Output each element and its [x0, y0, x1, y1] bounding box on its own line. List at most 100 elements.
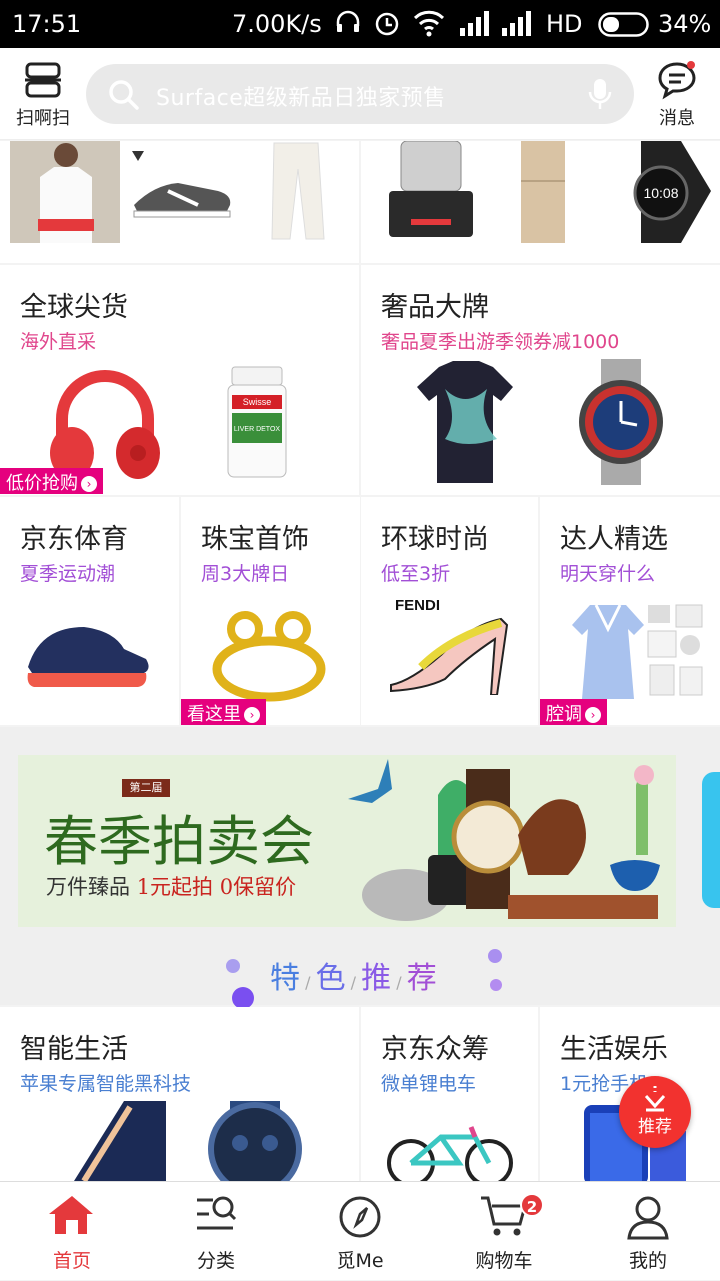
banner-subtitle-b: 1元起拍	[136, 875, 214, 899]
nav-category[interactable]: 分类	[144, 1182, 288, 1281]
nav-label: 觅Me	[336, 1250, 384, 1272]
featured-char: 特	[270, 961, 300, 996]
banner-subtitle: 万件臻品 1元起拍 0保留价	[46, 871, 296, 901]
channel-crowdfunding[interactable]: 京东众筹 微单锂电车	[361, 1007, 538, 1181]
channel-fashion[interactable]: 环球时尚 低至3折 FENDI	[361, 497, 538, 725]
battery-percent: 34%	[658, 10, 712, 38]
messages-button[interactable]: 消息	[642, 60, 712, 130]
alarm-icon	[372, 8, 402, 44]
decor-dot	[488, 949, 502, 963]
compass-icon	[339, 1196, 381, 1238]
decor-dot	[226, 959, 240, 973]
auction-banner[interactable]: 第二届 春季拍卖会 万件臻品 1元起拍 0保留价	[18, 755, 676, 927]
chevron-right-icon: ›	[585, 707, 601, 723]
tag-label: 低价抢购	[6, 473, 78, 494]
channel-subtitle: 低至3折	[381, 563, 451, 585]
trousers-image	[248, 141, 348, 243]
svg-text:Swisse: Swisse	[243, 397, 272, 407]
partial-tile-left[interactable]	[0, 141, 359, 263]
nav-home[interactable]: 首页	[0, 1182, 144, 1281]
network-type: HD	[546, 10, 583, 38]
side-pull-tab[interactable]	[702, 772, 720, 908]
messages-label: 消息	[659, 108, 695, 129]
channel-title: 奢品大牌	[381, 292, 489, 323]
featured-title: 特 / 色 / 推 / 荐	[270, 961, 437, 996]
channel-jewelry[interactable]: 珠宝首饰 周3大牌日 看这里 ›	[181, 497, 360, 725]
scan-icon	[25, 62, 61, 98]
running-shoe-image	[22, 617, 152, 697]
home-icon	[49, 1196, 93, 1234]
high-heel-image	[381, 615, 511, 696]
headphones-image	[40, 363, 170, 483]
banner-badge: 第二届	[122, 779, 170, 797]
channel-title: 京东众筹	[381, 1034, 489, 1065]
channel-subtitle: 明天穿什么	[560, 563, 656, 585]
featured-char: 荐	[406, 961, 437, 996]
battery-icon	[598, 12, 652, 44]
channel-subtitle: 微单锂电车	[381, 1073, 477, 1095]
nav-profile[interactable]: 我的	[576, 1182, 720, 1281]
printed-tshirt-image	[411, 359, 521, 485]
channel-sports[interactable]: 京东体育 夏季运动潮	[0, 497, 179, 725]
channel-luxury[interactable]: 奢品大牌 奢品夏季出游季领券减1000	[361, 265, 720, 495]
channel-subtitle: 海外直采	[20, 331, 97, 353]
channel-picks[interactable]: 达人精选 明天穿什么 腔调 ›	[540, 497, 720, 725]
featured-char: 推	[361, 961, 392, 996]
sneaker-image	[128, 141, 238, 243]
channel-title: 全球尖货	[20, 292, 128, 323]
message-icon	[658, 61, 696, 100]
auction-goods-image	[348, 759, 660, 921]
channel-smart-life[interactable]: 智能生活 苹果专属智能黑科技	[0, 1007, 359, 1181]
channel-global[interactable]: 全球尖货 海外直采 Swisse LIVER DETOX	[0, 265, 359, 495]
scan-label: 扫啊扫	[16, 108, 70, 129]
diving-watch-image	[571, 359, 671, 485]
svg-text:10:08: 10:08	[643, 185, 678, 201]
channel-subtitle: 苹果专属智能黑科技	[20, 1073, 192, 1095]
style-tag[interactable]: 腔调 ›	[540, 699, 607, 725]
bicycle-image	[387, 1126, 513, 1181]
featured-char: 色	[315, 961, 346, 996]
headphone-icon	[334, 8, 362, 42]
signal-icon-2	[500, 10, 532, 42]
partial-tile-right[interactable]: 10:08	[361, 141, 720, 263]
recommend-float-button[interactable]: 推荐	[619, 1076, 691, 1148]
search-bar[interactable]: Surface超级新品日独家预售	[86, 64, 634, 124]
gold-ring-image	[209, 607, 329, 707]
channel-title: 智能生活	[20, 1034, 128, 1065]
phone-case-image	[74, 1101, 166, 1181]
channel-subtitle: 周3大牌日	[201, 563, 290, 585]
channel-subtitle: 奢品夏季出游季领券减1000	[381, 331, 620, 353]
tag-label: 腔调	[546, 704, 582, 725]
banner-subtitle-c: 0保留价	[219, 875, 297, 899]
cheap-deal-tag[interactable]: 低价抢购 ›	[0, 468, 103, 494]
tag-label: 看这里	[187, 704, 241, 725]
channel-title: 京东体育	[20, 524, 128, 555]
status-time: 17:51	[12, 10, 82, 38]
top-header: 扫啊扫 Surface超级新品日独家预售 消息	[0, 48, 720, 140]
scan-button[interactable]: 扫啊扫	[8, 60, 78, 130]
banner-title: 春季拍卖会	[44, 810, 314, 873]
nav-label: 首页	[52, 1250, 91, 1272]
microphone-icon[interactable]	[588, 78, 612, 110]
arrow-down-icon	[644, 1086, 666, 1112]
status-bar: 17:51 7.00K/s HD 34%	[0, 0, 720, 48]
search-icon	[109, 80, 139, 110]
smart-watch-image	[208, 1101, 302, 1181]
nav-label: 我的	[628, 1250, 667, 1272]
cart-badge: 2	[520, 1193, 544, 1217]
decor-dot	[490, 979, 502, 991]
refrigerator-image	[513, 141, 573, 243]
status-speed: 7.00K/s	[232, 10, 322, 38]
channel-title: 环球时尚	[381, 524, 489, 555]
signal-icon-1	[458, 10, 490, 42]
accessories-image	[644, 601, 708, 701]
tshirt-model-image	[10, 141, 120, 243]
nav-cart[interactable]: 2 购物车	[432, 1182, 576, 1281]
featured-heading: 特 / 色 / 推 / 荐	[0, 945, 720, 1009]
look-here-tag[interactable]: 看这里 ›	[181, 699, 266, 725]
nav-discover[interactable]: 觅Me	[288, 1182, 432, 1281]
channel-title: 生活娱乐	[560, 1034, 668, 1065]
decor-dot	[232, 987, 254, 1009]
channel-subtitle: 夏季运动潮	[20, 563, 116, 585]
chevron-right-icon: ›	[81, 476, 97, 492]
